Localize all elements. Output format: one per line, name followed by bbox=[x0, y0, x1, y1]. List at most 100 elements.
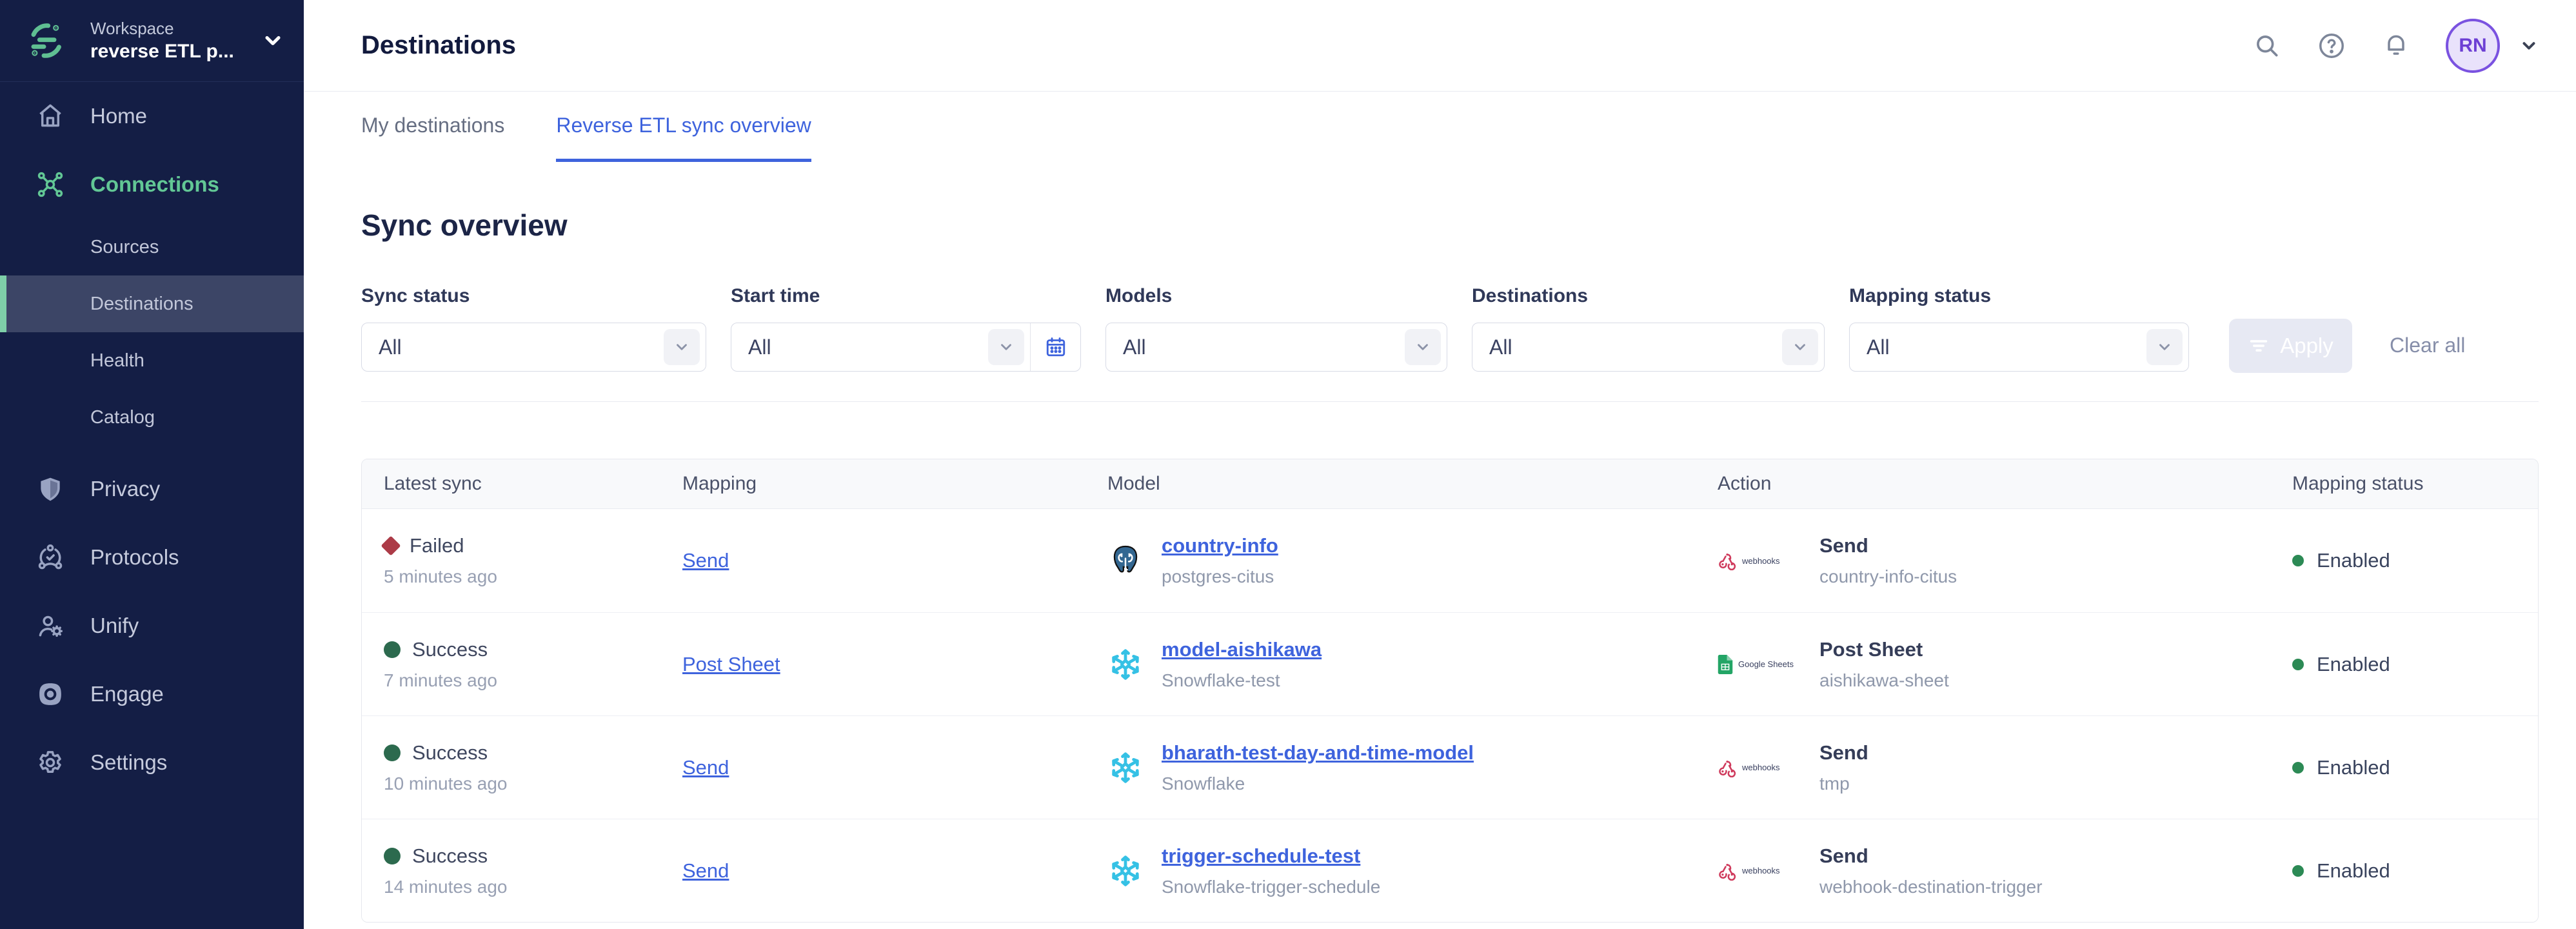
avatar-initials: RN bbox=[2459, 35, 2486, 57]
protocols-icon bbox=[36, 543, 64, 572]
avatar[interactable]: RN bbox=[2446, 19, 2500, 73]
sync-overview-table: Latest sync Mapping Model Action Mapping… bbox=[361, 459, 2539, 923]
sync-status-value: All bbox=[379, 335, 664, 359]
sidebar-item-unify[interactable]: Unify bbox=[0, 592, 304, 660]
sidebar: Workspace reverse ETL p... Home Connecti… bbox=[0, 0, 304, 929]
content: Sync overview Sync status All Start time bbox=[304, 168, 2576, 923]
calendar-icon[interactable] bbox=[1030, 323, 1080, 371]
mapping-link[interactable]: Post Sheet bbox=[682, 653, 780, 675]
chevron-down-icon bbox=[1782, 329, 1818, 365]
workspace-chevron-down-icon[interactable] bbox=[261, 29, 284, 52]
action-subtext: aishikawa-sheet bbox=[1819, 670, 1949, 691]
model-link[interactable]: trigger-schedule-test bbox=[1162, 844, 1380, 868]
sidebar-item-label: Connections bbox=[90, 172, 219, 197]
mapping-link[interactable]: Send bbox=[682, 549, 729, 572]
model-link[interactable]: country-info bbox=[1162, 534, 1278, 557]
action-title: Send bbox=[1819, 844, 2043, 868]
webhooks-icon: webhooks bbox=[1718, 551, 1800, 570]
action-subtext: country-info-citus bbox=[1819, 566, 1957, 587]
mapping-link[interactable]: Send bbox=[682, 756, 729, 779]
sidebar-item-destinations[interactable]: Destinations bbox=[0, 275, 304, 332]
column-header-mapping: Mapping bbox=[682, 473, 1107, 495]
bell-icon[interactable] bbox=[2381, 31, 2411, 61]
column-header-model: Model bbox=[1107, 473, 1718, 495]
start-time-value: All bbox=[748, 335, 988, 359]
privacy-shield-icon bbox=[36, 475, 64, 503]
model-subtext: Snowflake bbox=[1162, 774, 1474, 794]
action-icon-label: webhooks bbox=[1742, 556, 1780, 566]
apply-button[interactable]: Apply bbox=[2229, 319, 2352, 373]
apply-button-label: Apply bbox=[2280, 334, 2333, 358]
home-icon bbox=[36, 102, 64, 130]
sidebar-item-protocols[interactable]: Protocols bbox=[0, 523, 304, 592]
filter-label-start-time: Start time bbox=[731, 285, 1081, 307]
sidebar-item-label: Privacy bbox=[90, 477, 160, 501]
filter-label-models: Models bbox=[1105, 285, 1447, 307]
table-header: Latest sync Mapping Model Action Mapping… bbox=[362, 459, 2538, 509]
section-title: Sync overview bbox=[361, 208, 2539, 243]
start-time-select[interactable]: All bbox=[731, 323, 1081, 372]
action-title: Send bbox=[1819, 741, 1868, 764]
models-select[interactable]: All bbox=[1105, 323, 1447, 372]
snowflake-icon bbox=[1107, 853, 1144, 889]
engage-icon bbox=[36, 680, 64, 708]
sync-time: 5 minutes ago bbox=[384, 566, 682, 587]
sidebar-item-label: Sources bbox=[90, 237, 159, 258]
filter-bar: Sync status All Start time All bbox=[361, 285, 2539, 372]
model-subtext: postgres-citus bbox=[1162, 566, 1278, 587]
table-row: Success 14 minutes ago Send trigger-sche… bbox=[362, 819, 2538, 922]
webhooks-icon: webhooks bbox=[1718, 861, 1800, 881]
webhooks-icon: webhooks bbox=[1718, 758, 1800, 777]
enabled-dot-icon bbox=[2292, 865, 2304, 877]
sidebar-item-settings[interactable]: Settings bbox=[0, 728, 304, 797]
sidebar-item-privacy[interactable]: Privacy bbox=[0, 455, 304, 523]
success-circle-icon bbox=[384, 848, 401, 864]
mapping-link[interactable]: Send bbox=[682, 859, 729, 882]
sidebar-item-label: Home bbox=[90, 104, 147, 128]
chevron-down-icon bbox=[2146, 329, 2183, 365]
sync-status-text: Success bbox=[412, 741, 488, 764]
sidebar-item-home[interactable]: Home bbox=[0, 82, 304, 150]
action-icon-label: Google Sheets bbox=[1738, 659, 1794, 669]
snowflake-icon bbox=[1107, 646, 1144, 683]
sidebar-item-label: Catalog bbox=[90, 407, 155, 428]
sync-status-select[interactable]: All bbox=[361, 323, 706, 372]
filter-label-sync-status: Sync status bbox=[361, 285, 706, 307]
destinations-select[interactable]: All bbox=[1472, 323, 1825, 372]
filter-label-destinations: Destinations bbox=[1472, 285, 1825, 307]
sidebar-item-label: Unify bbox=[90, 614, 139, 638]
filter-icon bbox=[2248, 335, 2270, 357]
action-icon-label: webhooks bbox=[1742, 866, 1780, 875]
tab-my-destinations[interactable]: My destinations bbox=[361, 114, 504, 162]
mapping-status-text: Enabled bbox=[2317, 859, 2390, 883]
account-chevron-down-icon[interactable] bbox=[2519, 36, 2539, 55]
action-icon-label: webhooks bbox=[1742, 763, 1780, 772]
sidebar-item-label: Settings bbox=[90, 750, 167, 775]
workspace-label: Workspace bbox=[90, 18, 234, 39]
model-link[interactable]: bharath-test-day-and-time-model bbox=[1162, 741, 1474, 764]
sidebar-item-connections[interactable]: Connections bbox=[0, 150, 304, 219]
sidebar-item-catalog[interactable]: Catalog bbox=[0, 389, 304, 446]
mapping-status-select[interactable]: All bbox=[1849, 323, 2189, 372]
workspace-name: reverse ETL p... bbox=[90, 39, 234, 64]
clear-all-link[interactable]: Clear all bbox=[2390, 334, 2465, 357]
sidebar-item-health[interactable]: Health bbox=[0, 332, 304, 389]
destinations-value: All bbox=[1489, 335, 1782, 359]
search-icon[interactable] bbox=[2252, 31, 2282, 61]
action-title: Post Sheet bbox=[1819, 638, 1949, 661]
workspace-switcher[interactable]: Workspace reverse ETL p... bbox=[0, 0, 304, 82]
sync-time: 14 minutes ago bbox=[384, 877, 682, 897]
chevron-down-icon bbox=[1405, 329, 1441, 365]
snowflake-icon bbox=[1107, 750, 1144, 786]
page-title: Destinations bbox=[361, 31, 516, 60]
table-row: Success 7 minutes ago Post Sheet model-a… bbox=[362, 612, 2538, 715]
connections-icon bbox=[36, 170, 64, 199]
tab-reverse-etl-sync-overview[interactable]: Reverse ETL sync overview bbox=[556, 114, 811, 162]
model-link[interactable]: model-aishikawa bbox=[1162, 638, 1322, 661]
sidebar-item-sources[interactable]: Sources bbox=[0, 219, 304, 275]
help-icon[interactable] bbox=[2317, 31, 2346, 61]
sync-time: 10 minutes ago bbox=[384, 774, 682, 794]
top-header: Destinations RN bbox=[304, 0, 2576, 92]
sidebar-item-engage[interactable]: Engage bbox=[0, 660, 304, 728]
column-header-mapping-status: Mapping status bbox=[2292, 473, 2538, 495]
